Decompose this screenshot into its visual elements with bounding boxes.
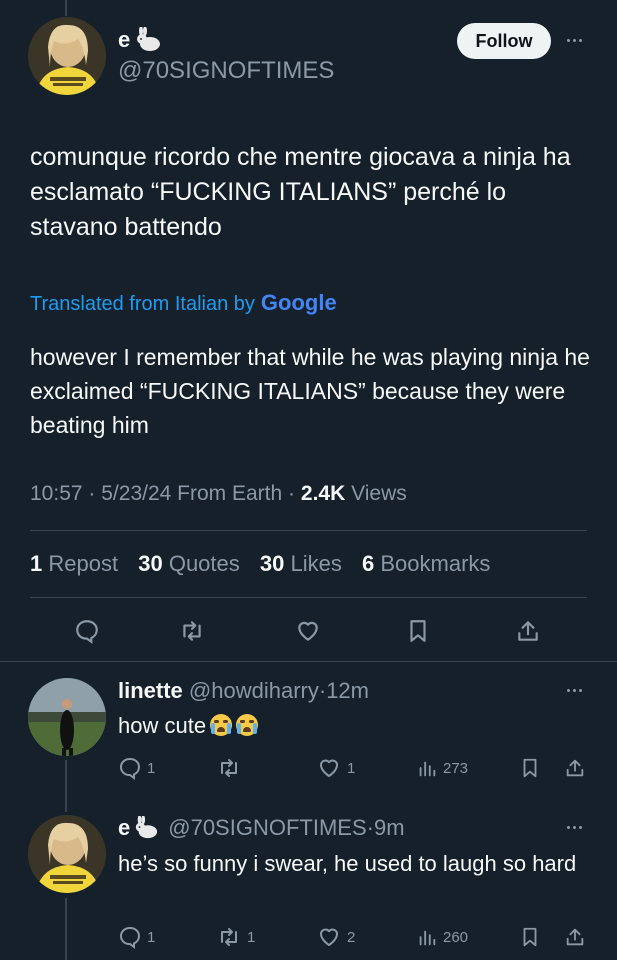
views-label: Views — [351, 482, 407, 505]
google-logo: Google — [260, 290, 337, 315]
divider — [30, 597, 587, 598]
repost-button[interactable] — [178, 618, 206, 644]
likes-stat[interactable]: 30 Likes — [260, 551, 342, 576]
reply-display-name[interactable]: linette — [118, 678, 183, 703]
reply-text: he’s so funny i swear, he used to laugh … — [118, 851, 577, 876]
reply-icon — [76, 620, 98, 644]
rabbit-icon — [136, 816, 158, 839]
share-icon — [518, 621, 538, 641]
reposts-stat[interactable]: 1 Repost — [30, 551, 118, 576]
reply-time[interactable]: 12m — [326, 678, 369, 703]
reply-share-button[interactable] — [564, 925, 586, 949]
tweet-time[interactable]: 10:57 — [30, 482, 83, 505]
heart-icon — [320, 928, 338, 946]
thread-line-reply-2 — [65, 898, 67, 960]
bookmarks-stat[interactable]: 6 Bookmarks — [362, 551, 490, 576]
bookmark-icon — [410, 620, 426, 642]
views-chart-icon — [419, 930, 436, 946]
repost-icon — [221, 928, 237, 946]
views-chart-icon — [419, 761, 436, 777]
reply-text: how cute — [118, 710, 588, 741]
divider — [0, 661, 617, 662]
reply-display-name[interactable]: e — [118, 815, 130, 841]
bookmark-icon — [523, 927, 537, 947]
translated-label: Translated from Italian by — [30, 293, 255, 315]
reply-icon — [119, 757, 141, 780]
tweet-stats: 1 Repost 30 Quotes 30 Likes 6 Bookmarks — [30, 551, 504, 577]
tweet-source: From Earth — [177, 482, 283, 505]
reply-avatar[interactable] — [28, 678, 106, 756]
bookmark-button[interactable] — [405, 618, 431, 644]
reply-avatar[interactable] — [28, 815, 106, 893]
reply-share-button[interactable] — [564, 756, 586, 780]
reply-repost-button[interactable] — [216, 756, 247, 780]
tweet-date[interactable]: 5/23/24 — [101, 482, 171, 505]
reply-header: e @70SIGNOFTIMES · 9m — [118, 815, 405, 841]
quotes-stat[interactable]: 30 Quotes — [138, 551, 240, 576]
share-icon — [566, 759, 584, 777]
bookmark-icon — [523, 758, 537, 778]
repost-icon — [221, 759, 237, 777]
heart-icon — [298, 621, 318, 641]
rabbit-icon — [137, 27, 161, 51]
reply-handle[interactable]: @70SIGNOFTIMES — [168, 815, 366, 841]
follow-button[interactable]: Follow — [457, 23, 551, 59]
reply-button[interactable] — [74, 618, 100, 644]
reply-reply-button[interactable]: 1 — [118, 925, 155, 949]
reply-handle[interactable]: @howdiharry — [189, 678, 319, 703]
reply-repost-button[interactable]: 1 — [216, 925, 255, 949]
more-options-icon[interactable] — [567, 39, 582, 42]
share-icon — [566, 928, 584, 946]
thread-line-top — [65, 0, 67, 16]
reply-views[interactable]: 273 — [416, 756, 468, 780]
reply-icon — [119, 926, 141, 949]
more-options-icon[interactable] — [567, 826, 582, 829]
more-options-icon[interactable] — [567, 689, 582, 692]
reply-views[interactable]: 260 — [416, 925, 468, 949]
reply-header: linette @howdiharry·12m — [118, 678, 369, 703]
reply-reply-button[interactable]: 1 — [118, 756, 155, 780]
heart-icon — [320, 759, 338, 777]
reply-like-button[interactable]: 2 — [316, 925, 355, 949]
loudly-crying-face-icon — [210, 714, 233, 736]
repost-icon — [183, 621, 201, 641]
reply-time[interactable]: 9m — [374, 815, 405, 841]
thread-line-reply-1 — [65, 760, 67, 812]
reply-bookmark-button[interactable] — [519, 925, 541, 949]
views-count: 2.4K — [300, 482, 346, 505]
share-button[interactable] — [515, 618, 541, 644]
reply-bookmark-button[interactable] — [519, 756, 541, 780]
author-handle[interactable]: @70SIGNOFTIMES — [118, 57, 334, 85]
divider — [30, 530, 587, 531]
loudly-crying-face-icon — [236, 714, 259, 736]
tweet-meta: 10:57 · 5/23/24 From Earth · 2.4K Views — [30, 482, 407, 505]
tweet-text: comunque ricordo che mentre giocava a ni… — [30, 143, 571, 241]
author-avatar[interactable] — [28, 17, 106, 95]
author-display-name[interactable]: e — [118, 27, 163, 53]
reply-like-button[interactable]: 1 — [316, 756, 355, 780]
translated-text: however I remember that while he was pla… — [30, 344, 590, 438]
like-button[interactable] — [294, 618, 322, 644]
translation-attribution[interactable]: Translated from Italian by Google — [30, 290, 337, 316]
